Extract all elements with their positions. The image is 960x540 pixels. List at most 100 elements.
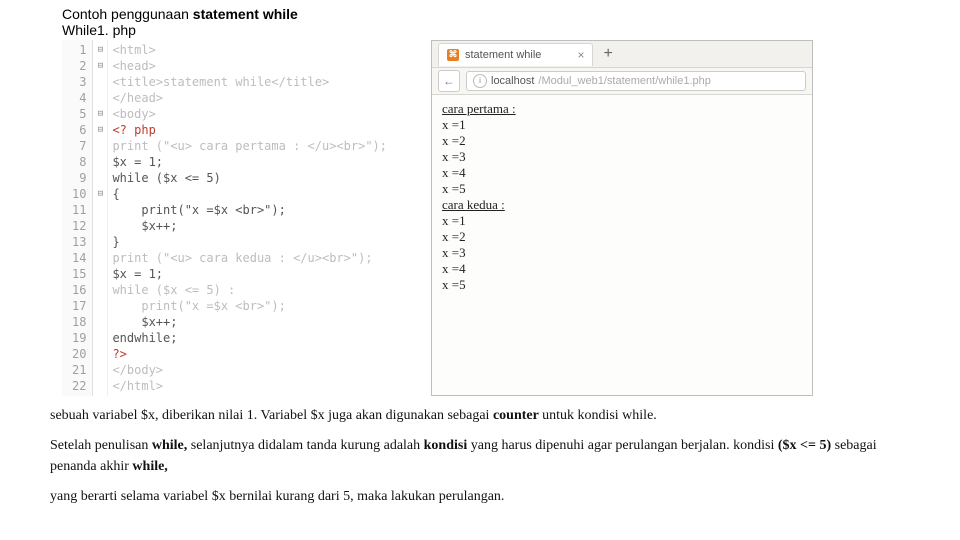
fold-marker xyxy=(93,90,107,106)
line-number: 14 xyxy=(72,250,86,266)
heading-text-a: Contoh penggunaan xyxy=(62,6,193,22)
heading-text-b: statement while xyxy=(193,6,298,22)
line-number: 21 xyxy=(72,362,86,378)
paragraph-1: sebuah variabel $x, diberikan nilai 1. V… xyxy=(50,406,910,426)
code-line: } xyxy=(112,234,387,250)
fold-marker xyxy=(93,346,107,362)
line-number: 5 xyxy=(72,106,86,122)
url-field[interactable]: i localhost/Modul_web1/statement/while1.… xyxy=(466,71,806,91)
line-number-gutter: 12345678910111213141516171819202122 xyxy=(62,40,93,396)
output-line: x =1 xyxy=(442,117,802,133)
line-number: 15 xyxy=(72,266,86,282)
fold-marker xyxy=(93,154,107,170)
tab-close-button[interactable]: × xyxy=(577,48,584,62)
code-line: ?> xyxy=(112,346,387,362)
line-number: 20 xyxy=(72,346,86,362)
line-number: 18 xyxy=(72,314,86,330)
line-number: 4 xyxy=(72,90,86,106)
line-number: 16 xyxy=(72,282,86,298)
browser-page-content: cara pertama : x =1x =2x =3x =4x =5 cara… xyxy=(432,95,812,299)
code-line: $x++; xyxy=(112,314,387,330)
fold-marker xyxy=(93,74,107,90)
code-editor: 12345678910111213141516171819202122 ⊟⊟⊟⊟… xyxy=(62,40,391,396)
paragraph-2: Setelah penulisan while, selanjutnya did… xyxy=(50,436,910,477)
back-button[interactable]: ← xyxy=(438,70,460,92)
output-line: x =3 xyxy=(442,245,802,261)
explanation-paragraphs: sebuah variabel $x, diberikan nilai 1. V… xyxy=(0,396,960,507)
tab-favicon-icon: ⌘ xyxy=(447,49,459,61)
line-number: 2 xyxy=(72,58,86,74)
fold-marker: ⊟ xyxy=(93,42,107,58)
code-line: <? php xyxy=(112,122,387,138)
fold-marker xyxy=(93,378,107,394)
line-number: 17 xyxy=(72,298,86,314)
paragraph-3: yang berarti selama variabel $x bernilai… xyxy=(50,487,910,507)
line-number: 6 xyxy=(72,122,86,138)
browser-addressbar: ← i localhost/Modul_web1/statement/while… xyxy=(432,68,812,95)
code-line: </html> xyxy=(112,378,387,394)
line-number: 8 xyxy=(72,154,86,170)
fold-marker xyxy=(93,266,107,282)
code-line: $x = 1; xyxy=(112,154,387,170)
browser-tabbar: ⌘ statement while × + xyxy=(432,41,812,68)
code-line: $x = 1; xyxy=(112,266,387,282)
browser-tab[interactable]: ⌘ statement while × xyxy=(438,43,593,66)
fold-marker: ⊟ xyxy=(93,186,107,202)
fold-marker xyxy=(93,298,107,314)
fold-marker xyxy=(93,314,107,330)
code-line: print("x =$x <br>"); xyxy=(112,202,387,218)
line-number: 19 xyxy=(72,330,86,346)
line-number: 7 xyxy=(72,138,86,154)
code-line: print ("<u> cara kedua : </u><br>"); xyxy=(112,250,387,266)
tab-title: statement while xyxy=(465,49,541,61)
code-line: { xyxy=(112,186,387,202)
code-line: <body> xyxy=(112,106,387,122)
code-line: </head> xyxy=(112,90,387,106)
code-content: <html><head><title>statement while</titl… xyxy=(108,40,391,396)
output-line: x =2 xyxy=(442,229,802,245)
heading-block: Contoh penggunaan statement while While1… xyxy=(0,0,960,40)
code-line: <html> xyxy=(112,42,387,58)
code-line: <title>statement while</title> xyxy=(112,74,387,90)
code-line: $x++; xyxy=(112,218,387,234)
code-line: endwhile; xyxy=(112,330,387,346)
code-line: while ($x <= 5) : xyxy=(112,282,387,298)
fold-marker: ⊟ xyxy=(93,106,107,122)
line-number: 1 xyxy=(72,42,86,58)
line-number: 11 xyxy=(72,202,86,218)
new-tab-button[interactable]: + xyxy=(593,45,622,63)
output-heading-2: cara kedua : xyxy=(442,197,802,213)
code-line: print("x =$x <br>"); xyxy=(112,298,387,314)
line-number: 12 xyxy=(72,218,86,234)
output-line: x =5 xyxy=(442,181,802,197)
url-path: /Modul_web1/statement/while1.php xyxy=(538,72,710,90)
fold-marker xyxy=(93,170,107,186)
line-number: 3 xyxy=(72,74,86,90)
fold-marker xyxy=(93,138,107,154)
info-icon[interactable]: i xyxy=(473,74,487,88)
browser-window: ⌘ statement while × + ← i localhost/Modu… xyxy=(431,40,813,396)
output-line: x =1 xyxy=(442,213,802,229)
output-line: x =4 xyxy=(442,165,802,181)
code-line: while ($x <= 5) xyxy=(112,170,387,186)
line-number: 22 xyxy=(72,378,86,394)
output-line: x =5 xyxy=(442,277,802,293)
line-number: 10 xyxy=(72,186,86,202)
fold-marker xyxy=(93,250,107,266)
code-line: </body> xyxy=(112,362,387,378)
fold-marker xyxy=(93,330,107,346)
fold-marker xyxy=(93,218,107,234)
fold-marker: ⊟ xyxy=(93,122,107,138)
fold-marker xyxy=(93,202,107,218)
code-line: <head> xyxy=(112,58,387,74)
output-line: x =4 xyxy=(442,261,802,277)
line-number: 13 xyxy=(72,234,86,250)
output-heading-1: cara pertama : xyxy=(442,101,802,117)
code-line: print ("<u> cara pertama : </u><br>"); xyxy=(112,138,387,154)
url-host: localhost xyxy=(491,72,534,90)
fold-marker xyxy=(93,282,107,298)
fold-gutter: ⊟⊟⊟⊟⊟ xyxy=(93,40,108,396)
fold-marker xyxy=(93,362,107,378)
fold-marker xyxy=(93,234,107,250)
fold-marker: ⊟ xyxy=(93,58,107,74)
